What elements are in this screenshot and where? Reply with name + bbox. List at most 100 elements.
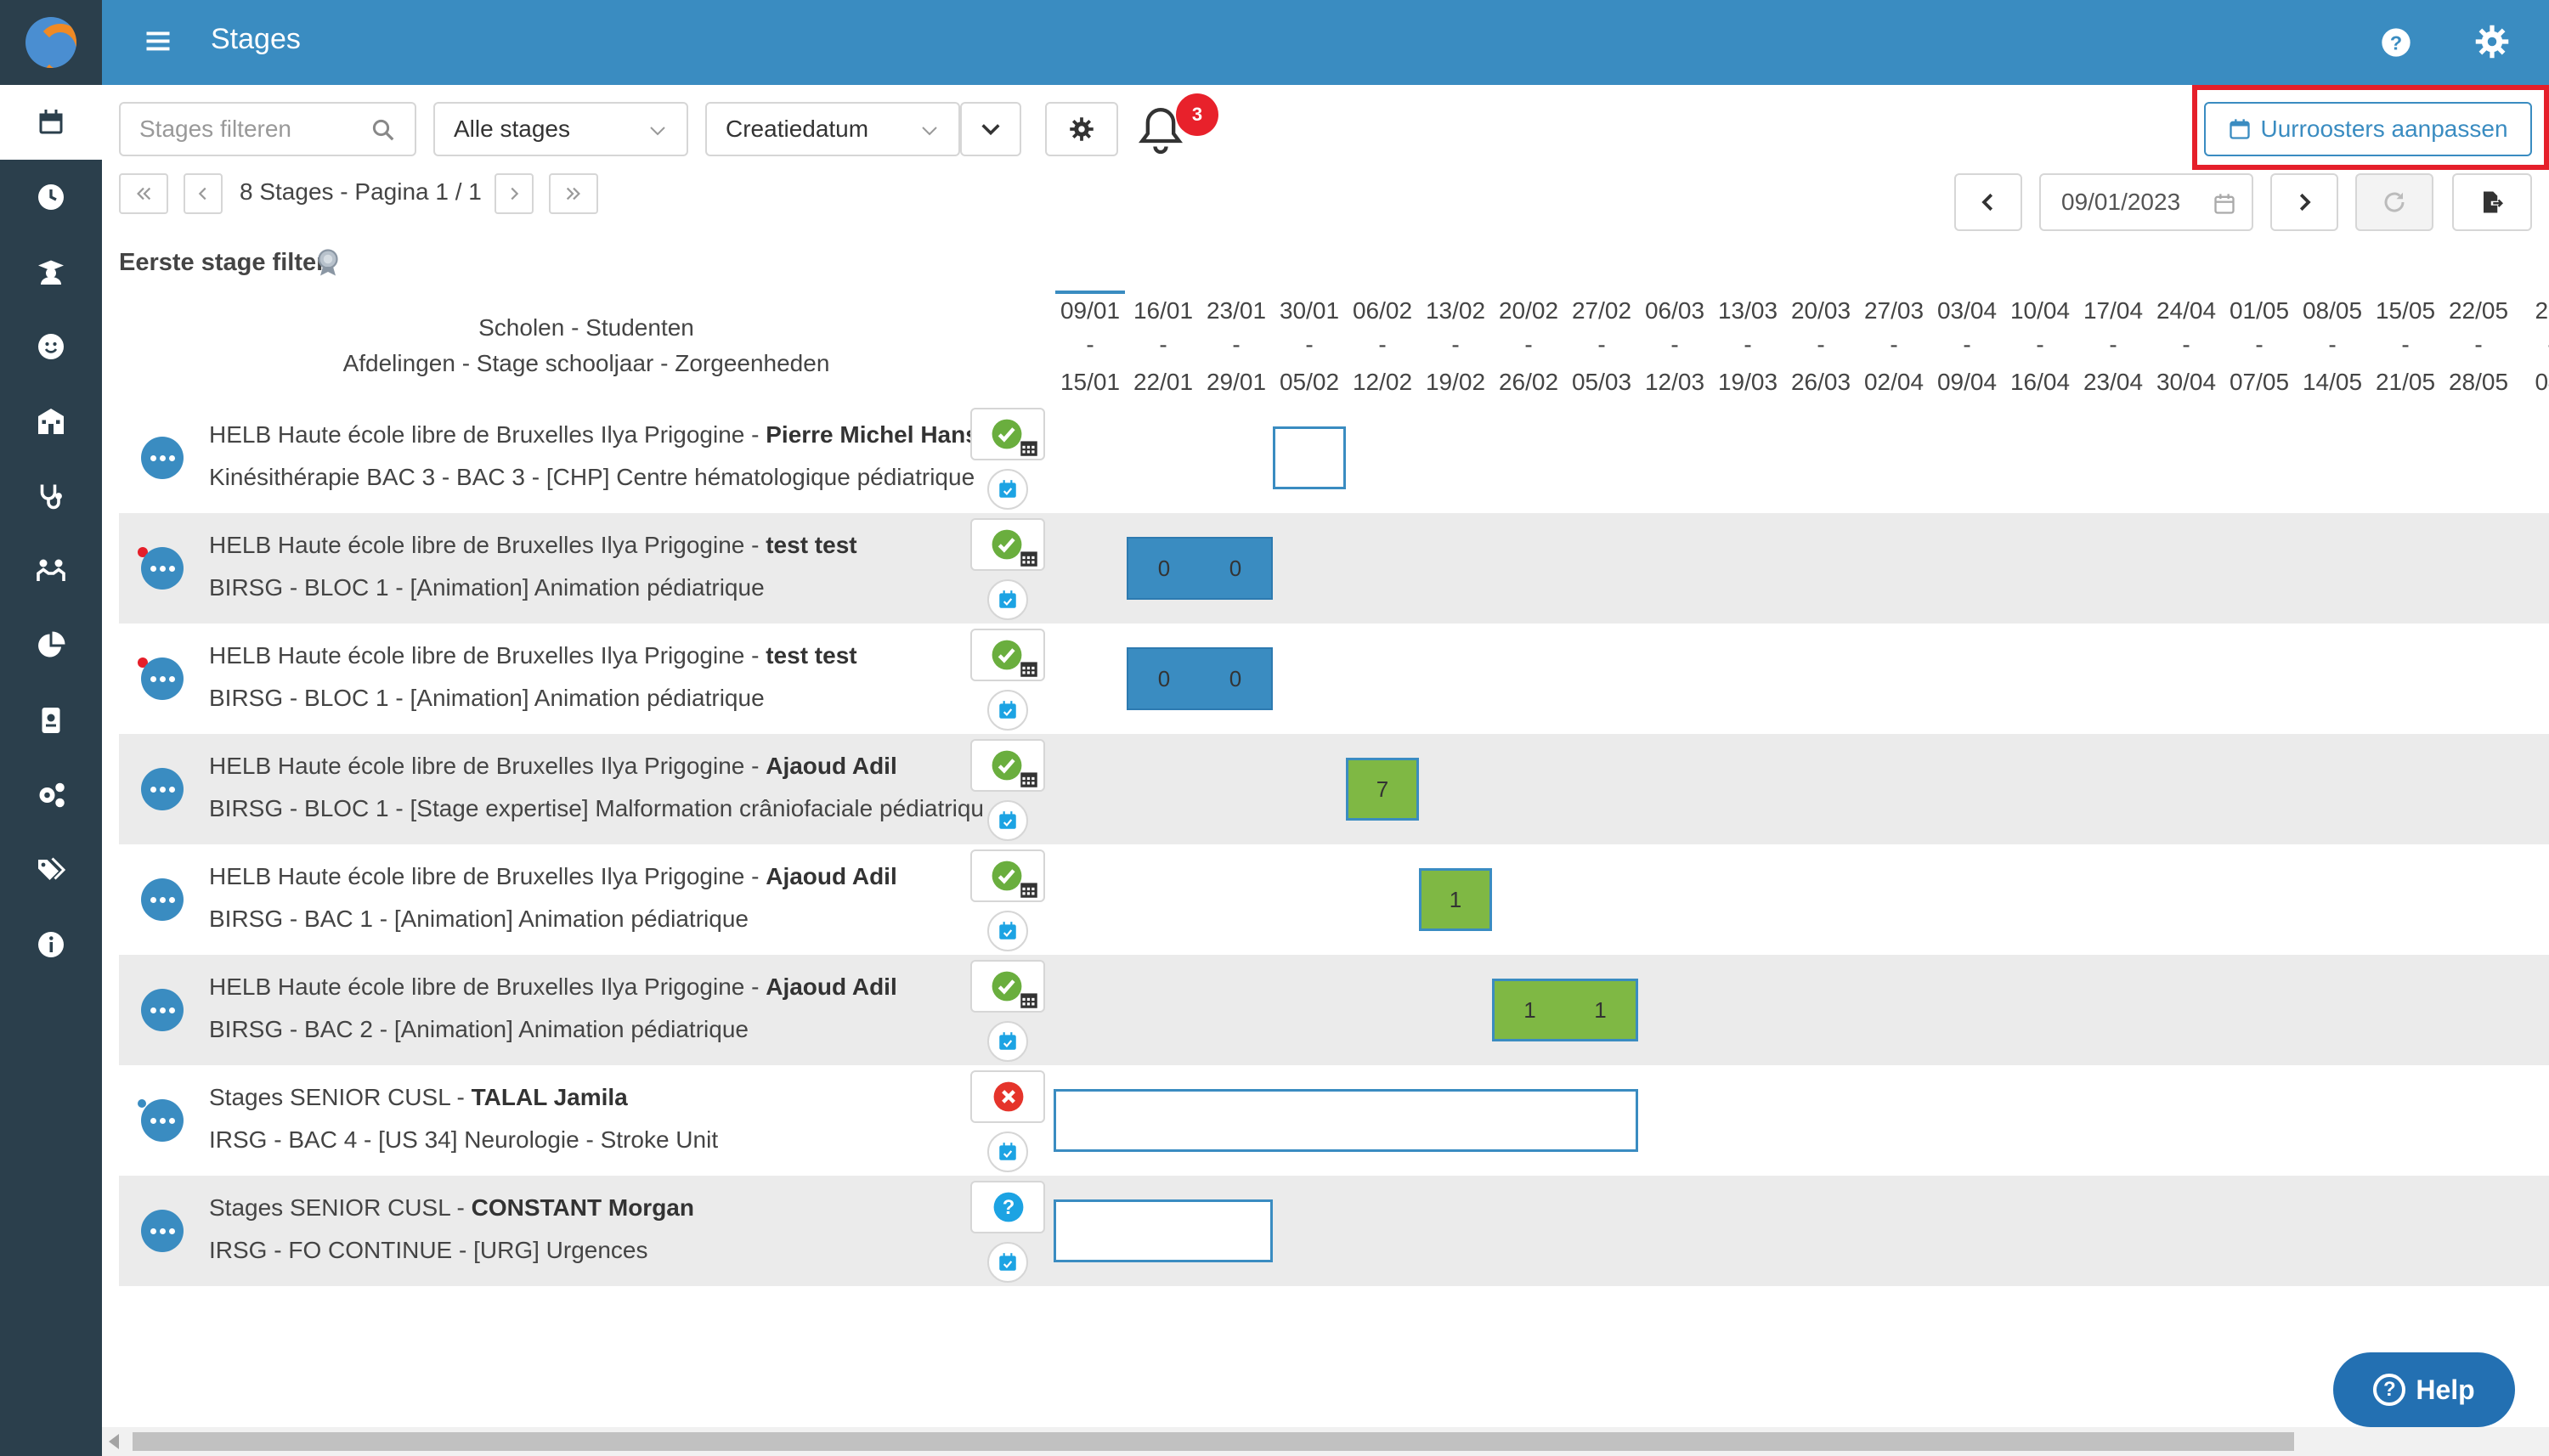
app-logo[interactable] (0, 0, 102, 85)
first-page-button[interactable] (119, 173, 168, 214)
date-picker-input[interactable]: 09/01/2023 (2039, 173, 2253, 231)
refresh-button[interactable] (2355, 173, 2433, 231)
calendar-check-icon (999, 922, 1016, 940)
row-actions-button[interactable] (141, 768, 184, 810)
week-end-date: 21/05 (2375, 369, 2436, 395)
week-separator: - (1963, 331, 1971, 358)
horizontal-scrollbar[interactable] (102, 1427, 2549, 1456)
row-actions-button[interactable] (141, 657, 184, 700)
week-end-date: 23/04 (2083, 369, 2144, 395)
schedule-button[interactable] (987, 1132, 1028, 1172)
dot-icon (159, 675, 166, 682)
student-name[interactable]: Ajaoud Adil (766, 863, 897, 889)
stages-filter-input[interactable]: Stages filteren (119, 102, 416, 156)
dot-icon (150, 896, 156, 903)
sidebar-item-graduate[interactable] (0, 234, 102, 309)
row-actions-button[interactable] (141, 1210, 184, 1252)
row-actions-button[interactable] (141, 989, 184, 1031)
student-name[interactable]: CONSTANT Morgan (472, 1194, 694, 1221)
stage-row[interactable]: HELB Haute école libre de Bruxelles Ilya… (119, 955, 2549, 1065)
stage-period-bar[interactable] (1054, 1089, 1638, 1152)
row-actions-button[interactable] (141, 547, 184, 590)
week-separator: - (2109, 331, 2117, 358)
status-button[interactable]: ? (970, 1181, 1045, 1233)
row-actions-button[interactable] (141, 878, 184, 921)
school-student-line: HELB Haute école libre de Bruxelles Ilya… (209, 863, 897, 890)
help-button[interactable]: ? Help (2333, 1352, 2515, 1427)
sort-direction-button[interactable] (960, 102, 1021, 156)
stage-row[interactable]: HELB Haute école libre de Bruxelles Ilya… (119, 734, 2549, 844)
gear-icon[interactable] (2474, 24, 2510, 59)
hamburger-menu-icon[interactable] (143, 25, 173, 56)
stage-row[interactable]: HELB Haute école libre de Bruxelles Ilya… (119, 844, 2549, 955)
schedule-button[interactable] (987, 800, 1028, 841)
week-separator: - (1378, 331, 1387, 358)
status-button[interactable] (970, 960, 1045, 1013)
student-name[interactable]: test test (766, 532, 856, 558)
sidebar-item-settings[interactable] (0, 758, 102, 832)
filter-settings-button[interactable] (1045, 102, 1118, 156)
stage-period-bar[interactable]: 00 (1127, 537, 1273, 600)
week-separator: - (1524, 331, 1533, 358)
schedule-button[interactable] (987, 1021, 1028, 1062)
last-page-button[interactable] (549, 173, 598, 214)
sort-field-select[interactable]: Creatiedatum (705, 102, 960, 156)
next-period-button[interactable] (2270, 173, 2338, 231)
week-start-date: 30/01 (1279, 297, 1340, 324)
student-name[interactable]: Ajaoud Adil (766, 973, 897, 1000)
dot-icon (168, 565, 175, 572)
dot-icon (159, 1117, 166, 1124)
row-actions-button[interactable] (141, 1099, 184, 1142)
stage-period-bar[interactable]: 00 (1127, 647, 1273, 710)
status-button[interactable] (970, 629, 1045, 681)
stage-period-bar[interactable] (1054, 1199, 1273, 1262)
student-name[interactable]: test test (766, 642, 856, 669)
student-name[interactable]: Pierre Michel Hans (766, 421, 979, 448)
edit-schedules-button[interactable]: Uurroosters aanpassen (2204, 102, 2532, 156)
sidebar-item-id-card[interactable] (0, 683, 102, 758)
sidebar-item-clock[interactable] (0, 160, 102, 234)
award-ribbon-icon[interactable] (313, 246, 343, 277)
week-count: 0 (1157, 555, 1171, 581)
sidebar-item-info[interactable] (0, 907, 102, 982)
export-button[interactable] (2452, 173, 2532, 231)
week-separator: - (2036, 331, 2044, 358)
sidebar-item-smiley[interactable] (0, 309, 102, 384)
schedule-button[interactable] (987, 469, 1028, 510)
scrollbar-thumb[interactable] (133, 1432, 2294, 1451)
previous-period-button[interactable] (1954, 173, 2022, 231)
stage-row[interactable]: HELB Haute école libre de Bruxelles Ilya… (119, 513, 2549, 624)
week-separator: - (1670, 331, 1679, 358)
student-name[interactable]: TALAL Jamila (472, 1084, 628, 1110)
schedule-button[interactable] (987, 690, 1028, 731)
status-button[interactable] (970, 849, 1045, 902)
status-button[interactable] (970, 739, 1045, 792)
student-name[interactable]: Ajaoud Adil (766, 753, 897, 779)
sidebar-item-tags[interactable] (0, 832, 102, 907)
next-page-button[interactable] (495, 173, 534, 214)
sidebar-item-people[interactable] (0, 533, 102, 608)
stage-period-bar[interactable]: 7 (1346, 758, 1419, 821)
status-button[interactable] (970, 408, 1045, 460)
stage-period-bar[interactable]: 1 (1419, 868, 1492, 931)
scroll-left-arrow-icon[interactable] (109, 1434, 119, 1449)
row-actions-button[interactable] (141, 437, 184, 479)
stage-period-bar[interactable] (1273, 426, 1346, 489)
sidebar-item-statistics[interactable] (0, 608, 102, 683)
stage-row[interactable]: HELB Haute école libre de Bruxelles Ilya… (119, 624, 2549, 734)
status-button[interactable] (970, 1070, 1045, 1123)
stages-type-select[interactable]: Alle stages (433, 102, 688, 156)
schedule-button[interactable] (987, 1242, 1028, 1283)
schedule-button[interactable] (987, 911, 1028, 951)
stage-row[interactable]: Stages SENIOR CUSL - CONSTANT Morgan IRSG… (119, 1176, 2549, 1286)
sidebar-item-stethoscope[interactable] (0, 459, 102, 533)
sidebar-item-calendar[interactable] (0, 85, 102, 160)
status-button[interactable] (970, 518, 1045, 571)
help-icon[interactable]: ? (2379, 25, 2413, 59)
schedule-button[interactable] (987, 579, 1028, 620)
stage-period-bar[interactable]: 11 (1492, 979, 1638, 1041)
week-start-date: 06/02 (1352, 297, 1413, 324)
previous-page-button[interactable] (184, 173, 223, 214)
week-end-date: 05/02 (1279, 369, 1340, 395)
sidebar-item-school[interactable] (0, 384, 102, 459)
